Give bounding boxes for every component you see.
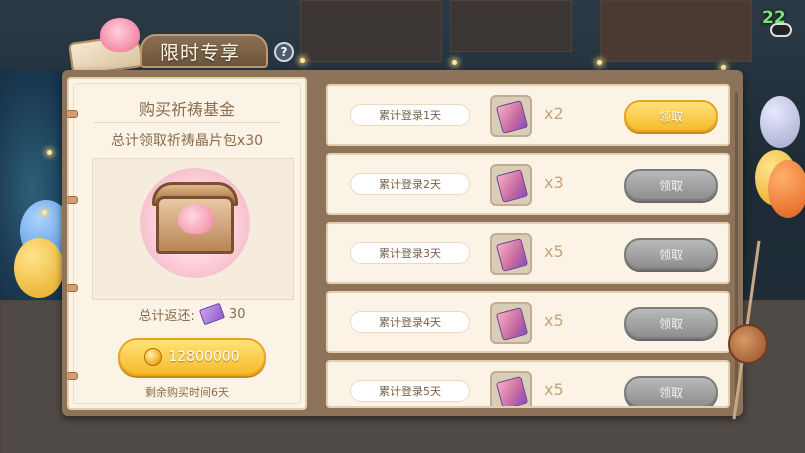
day-label: 累计登录3天 (350, 242, 470, 264)
claim-button-disabled[interactable]: 领取 (624, 169, 718, 201)
string-light (597, 60, 602, 65)
string-light (42, 210, 47, 215)
reward-quantity: x5 (544, 380, 564, 399)
balloon-orange (768, 160, 805, 218)
chest-poring-icon (178, 204, 214, 234)
reward-item-slot[interactable] (490, 233, 532, 275)
reward-row: 累计登录5天 x5 领取 (326, 360, 730, 408)
balloon-yellow (14, 238, 64, 298)
prayer-card-icon (198, 302, 225, 326)
remaining-time: 剩余购买时间6天 (145, 386, 229, 399)
divider (94, 122, 280, 123)
claim-button-disabled[interactable]: 领取 (624, 307, 718, 339)
day-label: 累计登录1天 (350, 104, 470, 126)
binder-ring (66, 372, 78, 380)
prayer-card-icon (495, 307, 529, 341)
reward-item-slot[interactable] (490, 95, 532, 137)
day-label: 累计登录4天 (350, 311, 470, 333)
top-status-icon[interactable] (770, 23, 792, 37)
reward-row: 累计登录2天 x3 领取 (326, 153, 730, 215)
prayer-card-icon (495, 100, 529, 134)
poring-mascot-icon (100, 18, 140, 52)
background-building (600, 0, 752, 62)
claim-button[interactable]: 领取 (624, 100, 718, 132)
reward-item-slot[interactable] (490, 371, 532, 406)
day-label: 累计登录5天 (350, 380, 470, 402)
reward-quantity: x5 (544, 242, 564, 261)
total-return-label: 总计返还: (138, 308, 195, 324)
claim-button-disabled[interactable]: 领取 (624, 238, 718, 270)
string-light (47, 150, 52, 155)
reward-row: 累计登录1天 x2 领取 (326, 84, 730, 146)
reward-row: 累计登录4天 x5 领取 (326, 291, 730, 353)
total-return-value: 30 (228, 306, 246, 322)
reward-row: 累计登录3天 x5 领取 (326, 222, 730, 284)
price-label: 12800000 (168, 349, 240, 365)
background-building (300, 0, 442, 62)
reward-quantity: x5 (544, 311, 564, 330)
page-title: 限时专享 (160, 42, 241, 64)
total-return: 总计返还: 30 (92, 302, 292, 326)
string-light (452, 60, 457, 65)
reward-quantity: x2 (544, 104, 564, 123)
reward-item-slot[interactable] (490, 164, 532, 206)
prayer-card-icon (495, 169, 529, 203)
fund-title: 购买祈祷基金 (138, 100, 235, 119)
string-light (300, 58, 305, 63)
binder-ring (66, 196, 78, 204)
question-icon: ? (280, 45, 288, 59)
prayer-card-icon (495, 376, 529, 406)
prayer-card-icon (495, 238, 529, 272)
reward-quantity: x3 (544, 173, 564, 192)
fund-subtitle: 总计领取祈祷晶片包x30 (110, 133, 264, 149)
reward-item-slot[interactable] (490, 302, 532, 344)
day-label: 累计登录2天 (350, 173, 470, 195)
wax-seal-icon (728, 324, 768, 364)
help-button[interactable]: ? (274, 42, 294, 62)
claim-button-disabled[interactable]: 领取 (624, 376, 718, 406)
coin-icon (144, 348, 163, 366)
buy-button[interactable]: 12800000 (118, 338, 266, 376)
balloon-white (760, 96, 800, 148)
binder-ring (66, 284, 78, 292)
background-building (450, 0, 572, 52)
